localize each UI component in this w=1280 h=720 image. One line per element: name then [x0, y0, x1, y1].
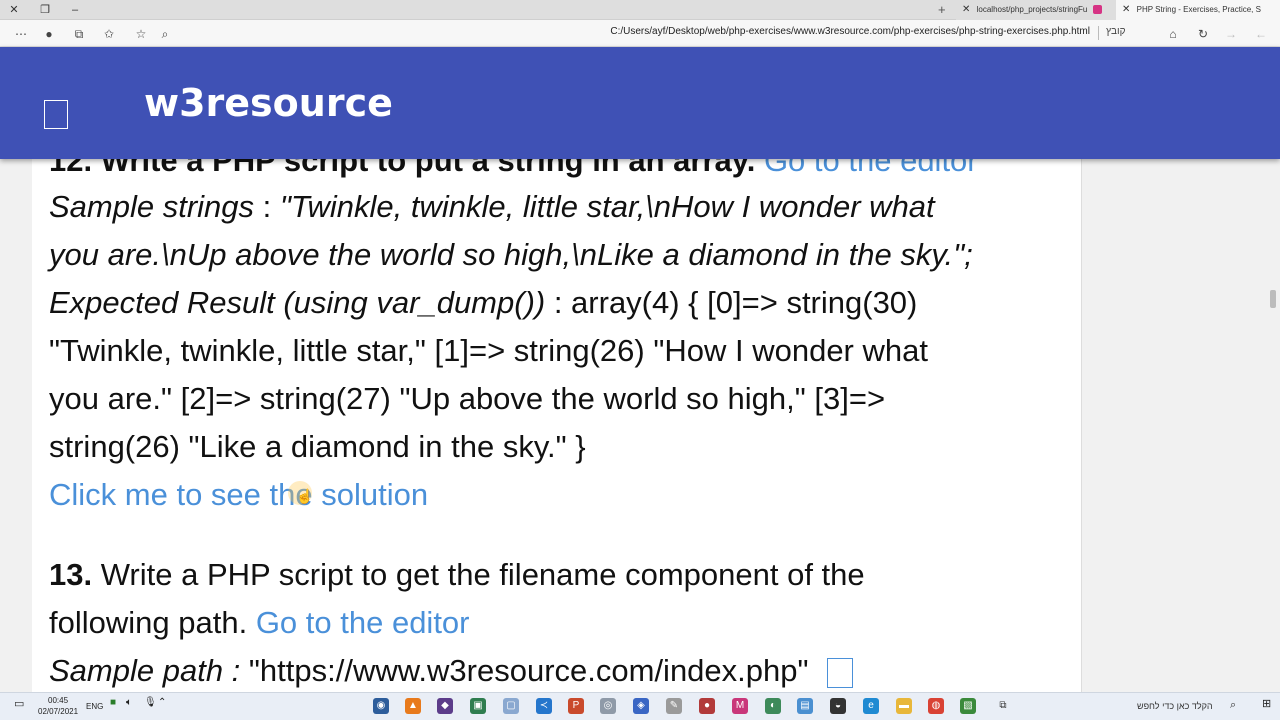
tab-localhost[interactable]: ✕ localhost/php_projects/stringFu	[956, 0, 1116, 20]
favorites-list-icon[interactable]: ✩	[100, 25, 118, 43]
exercise-13-editor-link[interactable]: Go to the editor	[256, 605, 470, 640]
clock-date: 02/07/2021	[38, 707, 79, 716]
sample-path-label: Sample path :	[49, 653, 241, 688]
sample-strings-value: "Twinkle, twinkle, little star,\nHow I w…	[279, 189, 935, 224]
app-icon[interactable]: ◐	[765, 698, 781, 714]
network-app-icon[interactable]: ◉	[373, 698, 389, 714]
expected-result-label: Expected Result (using var_dump())	[49, 285, 546, 320]
file-explorer-icon[interactable]: ▬	[896, 698, 912, 714]
vlc-icon[interactable]: ▲	[405, 698, 421, 714]
exercise-12-result-line-4: string(26) "Like a diamond in the sky." …	[49, 429, 586, 464]
exercise-13-number: 13.	[49, 557, 93, 592]
refresh-icon[interactable]: ↻	[1194, 25, 1212, 43]
search-icon[interactable]: ⌕	[1230, 699, 1236, 712]
profile-icon[interactable]: ●	[40, 25, 58, 43]
close-icon[interactable]: ✕	[5, 2, 23, 18]
tab-php-string[interactable]: ✕ PHP String - Exercises, Practice, S	[1116, 0, 1280, 20]
vertical-scrollbar[interactable]	[1266, 159, 1280, 692]
forward-icon[interactable]: →	[1222, 25, 1240, 43]
file-label: קובץ	[1106, 26, 1126, 37]
notification-icon[interactable]: ▭	[14, 697, 24, 710]
site-header: w3resource	[0, 47, 1280, 159]
exercise-13-text-2: following path.	[49, 605, 256, 640]
site-logo[interactable]: w3resource	[144, 81, 393, 125]
volume-icon[interactable]: 🔈︎	[126, 697, 132, 708]
sample-path-value: "https://www.w3resource.com/index.php"	[240, 653, 809, 688]
close-tab-icon[interactable]: ✕	[1122, 4, 1130, 15]
app-icon[interactable]: ◒	[830, 698, 846, 714]
menu-icon[interactable]	[44, 100, 68, 129]
task-view-icon[interactable]: ⧉	[995, 698, 1011, 714]
app-icon[interactable]: ◈	[633, 698, 649, 714]
address-bar: ⋯ ● ⧉ ✩ ☆ ⌕ C:/Users/ayf/Desktop/web/php…	[0, 20, 1280, 47]
app-icon[interactable]: ●	[699, 698, 715, 714]
sample-strings-label: Sample strings	[49, 189, 255, 224]
app-icon[interactable]: ▢	[503, 698, 519, 714]
microphone-icon[interactable]: 🎙︎	[144, 697, 157, 708]
clock-time: 00:45	[48, 696, 69, 705]
colon: :	[254, 189, 280, 224]
app-tray-icon[interactable]: ■	[110, 697, 116, 708]
exercise-12-result-line-3: you are." [2]=> string(27) "Up above the…	[49, 381, 886, 416]
app-icon[interactable]: ▣	[470, 698, 486, 714]
divider	[1098, 26, 1099, 40]
vscode-icon[interactable]: ≺	[536, 698, 552, 714]
minimize-icon[interactable]: –	[66, 2, 84, 18]
star-icon[interactable]: ☆	[132, 25, 150, 43]
start-icon[interactable]: ⊞	[1262, 697, 1271, 710]
expected-result-value: : array(4) { [0]=> string(30)	[545, 285, 918, 320]
app-icon[interactable]: ◆	[437, 698, 453, 714]
language-indicator[interactable]: ENG	[86, 702, 103, 711]
exercise-12-sample-line-2: you are.\nUp above the world so high,\nL…	[49, 237, 973, 272]
app-icon[interactable]: ✎	[666, 698, 682, 714]
app-icon[interactable]: M	[732, 698, 748, 714]
edge-icon[interactable]: e	[863, 698, 879, 714]
tab-label: localhost/php_projects/stringFu	[976, 5, 1088, 14]
clock[interactable]: 00:45 02/07/2021	[38, 695, 78, 717]
restore-icon[interactable]: ❐	[36, 2, 54, 18]
search-hint[interactable]: הקלד כאן כדי לחפש	[1137, 701, 1213, 711]
image-placeholder-icon	[826, 657, 853, 688]
main-content: 12. Write a PHP script to put a string i…	[32, 145, 1082, 692]
taskbar: ▭ 00:45 02/07/2021 ENG ■ 🔈︎ 🎙︎ ⌃ ◉ ▲ ◆ ▣…	[0, 692, 1280, 720]
url-field[interactable]: C:/Users/ayf/Desktop/web/php-exercises/w…	[470, 26, 1090, 37]
home-icon[interactable]: ⌂	[1164, 25, 1182, 43]
scrollbar-thumb[interactable]	[1270, 290, 1276, 308]
app-icon[interactable]: ▧	[960, 698, 976, 714]
exercise-12-sample-line-1: Sample strings : "Twinkle, twinkle, litt…	[49, 183, 935, 231]
mouse-pointer-icon: ☝	[296, 488, 314, 504]
exercise-13-sample-path: Sample path : "https://www.w3resource.co…	[49, 647, 853, 692]
powerpoint-icon[interactable]: P	[568, 698, 584, 714]
favicon-icon	[1092, 5, 1102, 15]
exercise-13-text: Write a PHP script to get the filename c…	[92, 557, 865, 592]
exercise-13-title: 13. Write a PHP script to get the filena…	[49, 551, 865, 599]
back-icon[interactable]: ←	[1252, 25, 1270, 43]
collections-icon[interactable]: ⧉	[70, 25, 88, 43]
exercise-12-expected-line-1: Expected Result (using var_dump()) : arr…	[49, 279, 917, 327]
app-icon[interactable]: ◎	[600, 698, 616, 714]
app-icon[interactable]: ▤	[797, 698, 813, 714]
close-tab-icon[interactable]: ✕	[962, 4, 970, 15]
tab-bar: ✕ ❐ – + ✕ localhost/php_projects/stringF…	[0, 0, 1280, 20]
tab-label: PHP String - Exercises, Practice, S	[1136, 5, 1261, 14]
settings-dots-icon[interactable]: ⋯	[12, 25, 30, 43]
chrome-icon[interactable]: ◍	[928, 698, 944, 714]
new-tab-button[interactable]: +	[938, 0, 946, 20]
exercise-12-result-line-2: "Twinkle, twinkle, little star," [1]=> s…	[49, 333, 928, 368]
exercise-13-line-2: following path. Go to the editor	[49, 599, 470, 647]
solution-link[interactable]: Click me to see the solution	[49, 477, 428, 512]
chevron-up-icon[interactable]: ⌃	[158, 697, 166, 708]
exercise-12-solution-row: Click me to see the solution	[49, 471, 428, 519]
zoom-icon[interactable]: ⌕	[156, 25, 174, 43]
